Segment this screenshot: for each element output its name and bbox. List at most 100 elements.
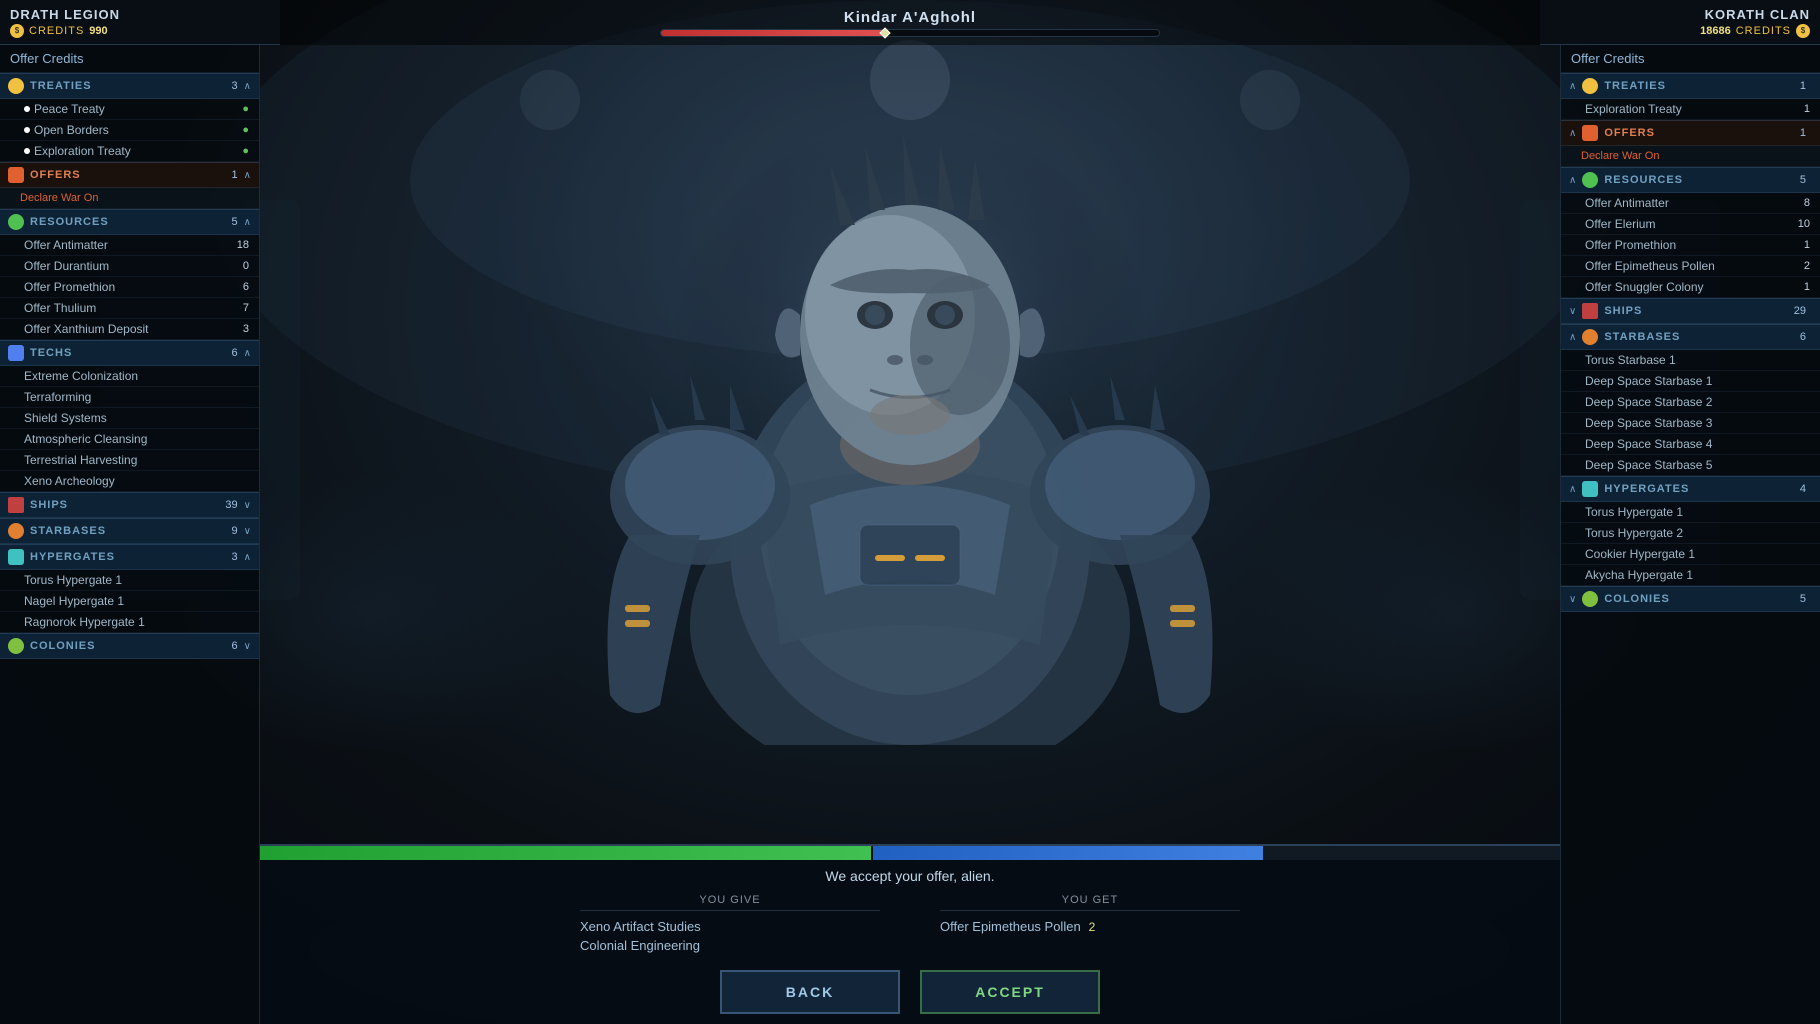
left-ships-label: Ships [30, 499, 225, 511]
left-starbases-toggle: ∨ [244, 526, 251, 537]
left-terraforming[interactable]: Terraforming [0, 387, 259, 408]
left-ships-toggle: ∨ [244, 500, 251, 511]
right-offer-credits[interactable]: Offer Credits [1561, 45, 1820, 73]
right-offer-promethion[interactable]: Offer Promethion 1 [1561, 235, 1820, 256]
open-borders-icon: ● [229, 124, 249, 136]
right-credits-value: 18686 [1700, 25, 1731, 37]
left-extreme-colonization[interactable]: Extreme Colonization [0, 366, 259, 387]
left-ragnorok-hypergate-1[interactable]: Ragnorok Hypergate 1 [0, 612, 259, 633]
get-item-1: Offer Epimetheus Pollen 2 [940, 917, 1240, 936]
left-shield-systems[interactable]: Shield Systems [0, 408, 259, 429]
left-offer-durantium[interactable]: Offer Durantium 0 [0, 256, 259, 277]
left-offer-thulium[interactable]: Offer Thulium 7 [0, 298, 259, 319]
right-torus-hypergate-2[interactable]: Torus Hypergate 2 [1561, 523, 1820, 544]
right-faction-name: Korath Clan [1705, 7, 1810, 22]
right-deep-space-starbase-5[interactable]: Deep Space Starbase 5 [1561, 455, 1820, 476]
right-treaties-label: Treaties [1604, 80, 1800, 92]
right-declare-war[interactable]: Declare War On [1561, 146, 1820, 167]
left-atmospheric-cleansing-label: Atmospheric Cleansing [24, 432, 249, 446]
left-hypergates-count: 3 [232, 551, 238, 563]
dialog-message: We accept your offer, alien. [260, 860, 1560, 894]
right-starbases-count: 6 [1800, 331, 1806, 343]
right-colonies-header[interactable]: ∨ Colonies 5 [1561, 586, 1820, 612]
back-button[interactable]: Back [720, 970, 900, 1014]
right-offers-header[interactable]: ∧ Offers 1 [1561, 120, 1820, 146]
left-declare-war-label: Declare War On [20, 192, 98, 204]
right-hypergates-icon [1582, 481, 1598, 497]
right-offer-epimetheus-pollen-value: 2 [1790, 260, 1810, 272]
right-cookier-hypergate-1[interactable]: Cookier Hypergate 1 [1561, 544, 1820, 565]
center-bar: Kindar A'Aghohl [280, 0, 1540, 45]
left-colonies-count: 6 [232, 640, 238, 652]
left-faction-panel: Drath Legion $ Credits 990 [0, 0, 280, 45]
left-offer-antimatter[interactable]: Offer Antimatter 18 [0, 235, 259, 256]
open-borders-label: Open Borders [34, 123, 229, 137]
right-deep-space-starbase-1[interactable]: Deep Space Starbase 1 [1561, 371, 1820, 392]
right-resources-toggle: ∧ [1569, 175, 1576, 186]
peace-treaty-label: Peace Treaty [34, 102, 229, 116]
left-xeno-archeology[interactable]: Xeno Archeology [0, 471, 259, 492]
left-colonies-header[interactable]: Colonies 6 ∨ [0, 633, 259, 659]
right-starbases-label: Starbases [1604, 331, 1800, 343]
left-starbases-count: 9 [232, 525, 238, 537]
left-terrestrial-harvesting[interactable]: Terrestrial Harvesting [0, 450, 259, 471]
left-offers-count: 1 [232, 169, 238, 181]
left-ships-header[interactable]: Ships 39 ∨ [0, 492, 259, 518]
left-hypergates-header[interactable]: Hypergates 3 ∧ [0, 544, 259, 570]
right-offer-epimetheus-pollen[interactable]: Offer Epimetheus Pollen 2 [1561, 256, 1820, 277]
left-open-borders[interactable]: Open Borders ● [0, 120, 259, 141]
left-offer-promethion[interactable]: Offer Promethion 6 [0, 277, 259, 298]
left-colonies-label: Colonies [30, 640, 232, 652]
right-starbases-header[interactable]: ∧ Starbases 6 [1561, 324, 1820, 350]
right-offer-elerium[interactable]: Offer Elerium 10 [1561, 214, 1820, 235]
right-deep-space-starbase-2[interactable]: Deep Space Starbase 2 [1561, 392, 1820, 413]
right-credits-icon: $ [1796, 24, 1810, 38]
left-panel: Offer Credits Treaties 3 ∧ Peace Treaty … [0, 45, 260, 1024]
right-ships-header[interactable]: ∨ Ships 29 [1561, 298, 1820, 324]
right-exploration-treaty-value: 1 [1790, 103, 1810, 115]
accept-button[interactable]: Accept [920, 970, 1100, 1014]
right-akycha-hypergate-1[interactable]: Akycha Hypergate 1 [1561, 565, 1820, 586]
left-credits-label: Credits [29, 25, 84, 37]
right-hypergates-header[interactable]: ∧ Hypergates 4 [1561, 476, 1820, 502]
left-offer-xanthium[interactable]: Offer Xanthium Deposit 3 [0, 319, 259, 340]
left-techs-header[interactable]: Techs 6 ∧ [0, 340, 259, 366]
left-resources-header[interactable]: Resources 5 ∧ [0, 209, 259, 235]
left-torus-hypergate-1[interactable]: Torus Hypergate 1 [0, 570, 259, 591]
left-atmospheric-cleansing[interactable]: Atmospheric Cleansing [0, 429, 259, 450]
right-faction-panel: Korath Clan 18686 Credits $ [1540, 0, 1820, 45]
right-deep-space-starbase-3[interactable]: Deep Space Starbase 3 [1561, 413, 1820, 434]
right-declare-war-label: Declare War On [1581, 150, 1659, 162]
right-deep-space-starbase-4-label: Deep Space Starbase 4 [1585, 437, 1810, 451]
right-ships-label: Ships [1604, 305, 1793, 317]
right-treaties-header[interactable]: ∧ Treaties 1 [1561, 73, 1820, 99]
left-treaties-header[interactable]: Treaties 3 ∧ [0, 73, 259, 99]
right-deep-space-starbase-2-label: Deep Space Starbase 2 [1585, 395, 1810, 409]
left-peace-treaty[interactable]: Peace Treaty ● [0, 99, 259, 120]
right-treaties-icon [1582, 78, 1598, 94]
right-exploration-treaty[interactable]: Exploration Treaty 1 [1561, 99, 1820, 120]
left-ships-count: 39 [225, 499, 237, 511]
right-starbases-icon [1582, 329, 1598, 345]
relation-bar-fill [661, 30, 885, 36]
left-offers-header[interactable]: Offers 1 ∧ [0, 162, 259, 188]
left-terrestrial-harvesting-label: Terrestrial Harvesting [24, 453, 249, 467]
right-torus-starbase-1[interactable]: Torus Starbase 1 [1561, 350, 1820, 371]
right-panel: Offer Credits ∧ Treaties 1 Exploration T… [1560, 45, 1820, 1024]
right-offer-snuggler-colony[interactable]: Offer Snuggler Colony 1 [1561, 277, 1820, 298]
relation-bar [660, 29, 1160, 37]
right-resources-header[interactable]: ∧ Resources 5 [1561, 167, 1820, 193]
left-offers-label: Offers [30, 169, 232, 181]
left-starbases-header[interactable]: Starbases 9 ∨ [0, 518, 259, 544]
alien-character [0, 45, 1820, 745]
left-offer-credits[interactable]: Offer Credits [0, 45, 259, 73]
right-offers-count: 1 [1800, 127, 1806, 139]
right-offer-antimatter[interactable]: Offer Antimatter 8 [1561, 193, 1820, 214]
right-deep-space-starbase-4[interactable]: Deep Space Starbase 4 [1561, 434, 1820, 455]
left-exploration-treaty[interactable]: Exploration Treaty ● [0, 141, 259, 162]
left-nagel-hypergate-1[interactable]: Nagel Hypergate 1 [0, 591, 259, 612]
left-declare-war[interactable]: Declare War On [0, 188, 259, 209]
right-credits-row: 18686 Credits $ [1700, 24, 1810, 38]
right-torus-hypergate-1[interactable]: Torus Hypergate 1 [1561, 502, 1820, 523]
left-treaties-toggle: ∧ [244, 81, 251, 92]
